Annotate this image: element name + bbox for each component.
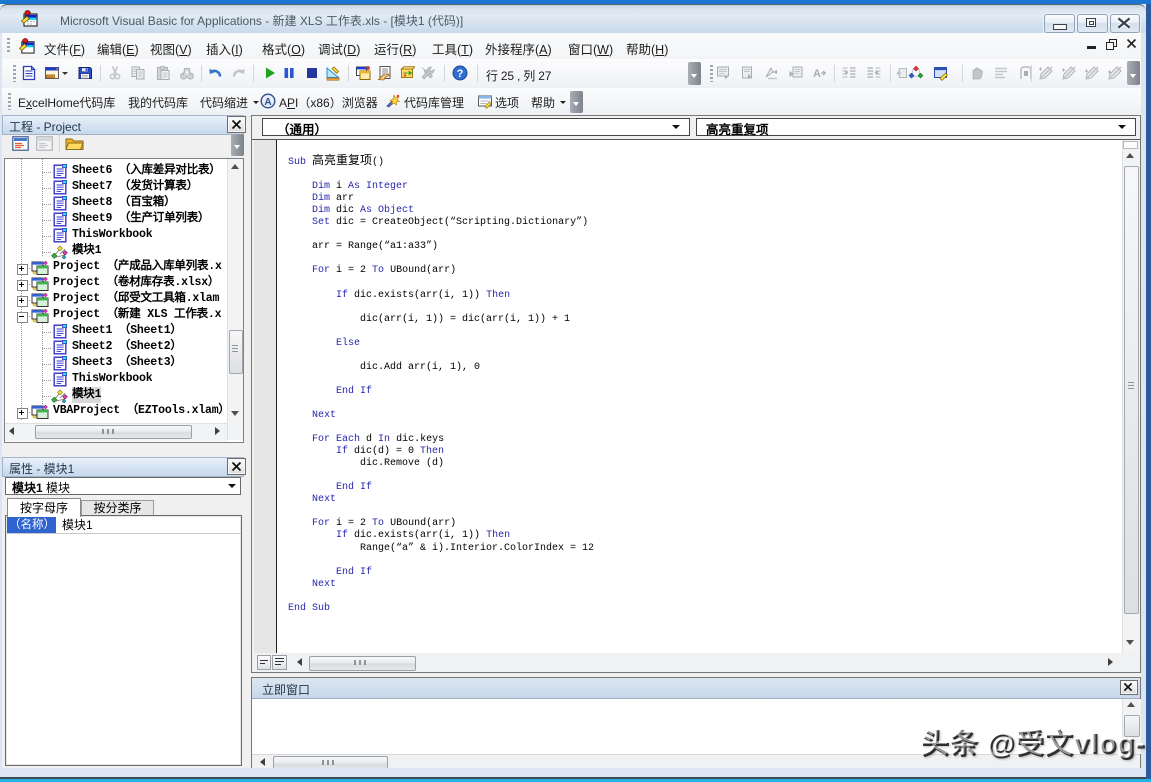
svg-text:A: A <box>813 68 821 80</box>
svg-text:?: ? <box>457 68 464 80</box>
svg-text:A: A <box>264 97 271 108</box>
